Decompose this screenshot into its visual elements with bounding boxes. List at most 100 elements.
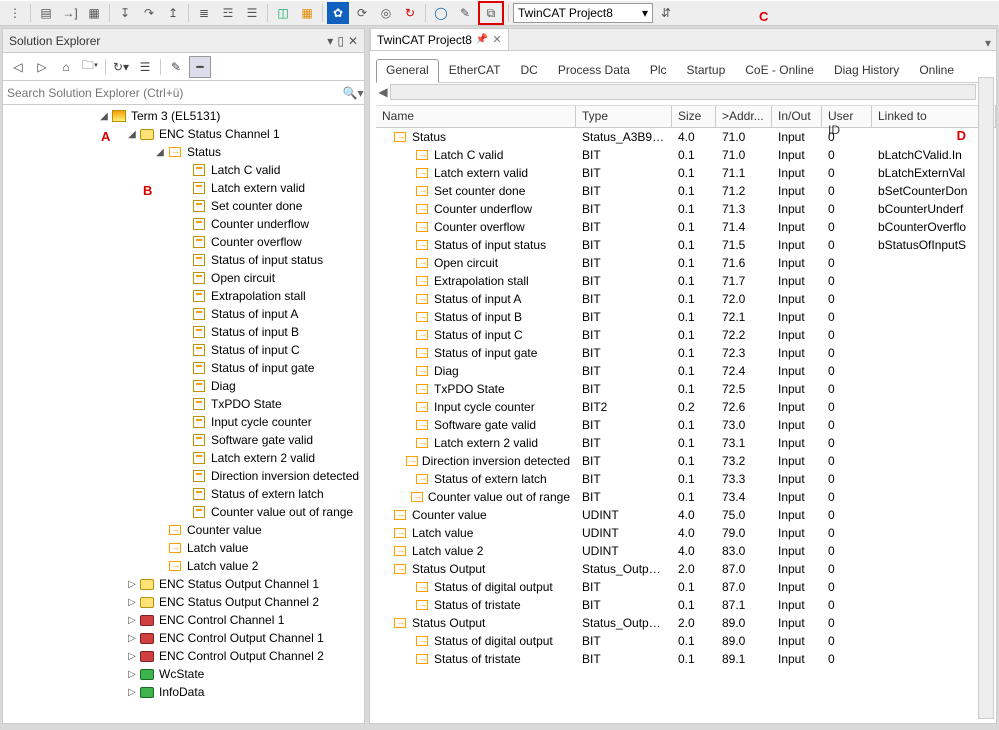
properties-icon[interactable]: ━ — [189, 56, 211, 78]
grid-row[interactable]: Counter valueUDINT4.075.0Input0 — [376, 506, 996, 524]
refresh-icon[interactable]: ↻▾ — [110, 56, 132, 78]
tree-item[interactable]: Status of input C — [3, 341, 364, 359]
wrench-icon[interactable]: ✎ — [165, 56, 187, 78]
tree-item-enc-ctrl-out1[interactable]: ▷ENC Control Output Channel 1 — [3, 629, 364, 647]
grid-row[interactable]: Status of input ABIT0.172.0Input0 — [376, 290, 996, 308]
expand-arrow-icon[interactable]: ▷ — [127, 615, 137, 626]
tree-item[interactable]: Software gate valid — [3, 431, 364, 449]
expand-arrow-icon[interactable]: ▷ — [127, 687, 137, 698]
tree-item[interactable]: Status of input A — [3, 305, 364, 323]
pin-icon[interactable]: 📌 — [476, 34, 488, 45]
tree-item[interactable]: Latch extern 2 valid — [3, 449, 364, 467]
tree-item[interactable]: Counter value out of range — [3, 503, 364, 521]
scroll-left-icon[interactable]: ◀ — [376, 85, 390, 99]
nav-back-icon[interactable]: ▤ — [35, 2, 57, 24]
stack2-icon[interactable]: ☲ — [217, 2, 239, 24]
close-icon[interactable]: ✕ — [492, 33, 501, 46]
step-out-icon[interactable]: ↥ — [162, 2, 184, 24]
grid-row[interactable]: Status of tristateBIT0.187.1Input0 — [376, 596, 996, 614]
tree-item-counter-value[interactable]: Counter value — [3, 521, 364, 539]
grid-row[interactable]: DiagBIT0.172.4Input0 — [376, 362, 996, 380]
grid-row[interactable]: Status of input CBIT0.172.2Input0 — [376, 326, 996, 344]
tab-process-data[interactable]: Process Data — [548, 59, 640, 82]
expand-arrow-icon[interactable]: ▷ — [127, 669, 137, 680]
tree-item[interactable]: Latch extern valid — [3, 179, 364, 197]
tree-item-wcstate[interactable]: ▷WcState — [3, 665, 364, 683]
scrollbar-track[interactable] — [390, 84, 976, 100]
split-icon[interactable]: ⇵ — [655, 2, 677, 24]
stack3-icon[interactable]: ☰ — [241, 2, 263, 24]
grid-row[interactable]: Open circuitBIT0.171.6Input0 — [376, 254, 996, 272]
pin-icon[interactable]: ▯ — [337, 34, 344, 48]
expand-arrow-icon[interactable]: ▷ — [127, 651, 137, 662]
expand-arrow-icon[interactable]: ▷ — [127, 579, 137, 590]
tree-item-latch-value2[interactable]: Latch value 2 — [3, 557, 364, 575]
grid-row[interactable]: Latch extern validBIT0.171.1Input0bLatch… — [376, 164, 996, 182]
nav-fwd-icon[interactable]: ▷ — [31, 56, 53, 78]
grid-row[interactable]: Status of digital outputBIT0.187.0Input0 — [376, 578, 996, 596]
grid-row[interactable]: Counter underflowBIT0.171.3Input0bCounte… — [376, 200, 996, 218]
tree-item-term[interactable]: ◢ Term 3 (EL5131) — [3, 107, 364, 125]
target-icon[interactable]: ◎ — [375, 2, 397, 24]
document-tab[interactable]: TwinCAT Project8 📌 ✕ — [370, 28, 509, 50]
tree-item-enc-status-ch1[interactable]: ◢ ENC Status Channel 1 — [3, 125, 364, 143]
search-icon[interactable]: 🔍▾ — [342, 86, 364, 100]
grid-row[interactable]: Status of extern latchBIT0.173.3Input0 — [376, 470, 996, 488]
grid-row[interactable]: Counter overflowBIT0.171.4Input0bCounter… — [376, 218, 996, 236]
tree-item-enc-out1[interactable]: ▷ENC Status Output Channel 1 — [3, 575, 364, 593]
tree-item-enc-ctrl1[interactable]: ▷ENC Control Channel 1 — [3, 611, 364, 629]
grid-row[interactable]: Input cycle counterBIT20.272.6Input0 — [376, 398, 996, 416]
tree-item[interactable]: Status of input status — [3, 251, 364, 269]
vertical-scrollbar[interactable] — [978, 77, 994, 719]
column-header[interactable]: Name — [376, 106, 576, 127]
grid-row[interactable]: Direction inversion detectedBIT0.173.2In… — [376, 452, 996, 470]
collapse-icon[interactable]: ☰ — [134, 56, 156, 78]
grid-row[interactable]: StatusStatus_A3B90...4.071.0Input0 — [376, 128, 996, 146]
gear-blue-icon[interactable]: ✿ — [327, 2, 349, 24]
column-header[interactable]: In/Out — [772, 106, 822, 127]
tree-item-latch-value[interactable]: Latch value — [3, 539, 364, 557]
grid-row[interactable]: Status of input BBIT0.172.1Input0 — [376, 308, 996, 326]
tree-item[interactable]: Status of input gate — [3, 359, 364, 377]
tree-item[interactable]: Set counter done — [3, 197, 364, 215]
grid-row[interactable]: Status of tristateBIT0.189.1Input0 — [376, 650, 996, 668]
tree-item-enc-ctrl-out2[interactable]: ▷ENC Control Output Channel 2 — [3, 647, 364, 665]
tree-item[interactable]: Open circuit — [3, 269, 364, 287]
grid-icon[interactable]: ▦ — [296, 2, 318, 24]
panel-menu-icon[interactable]: ▾ — [980, 36, 996, 50]
circle-icon[interactable]: ◯ — [430, 2, 452, 24]
grid-row[interactable]: Latch C validBIT0.171.0Input0bLatchCVali… — [376, 146, 996, 164]
tree-item-status[interactable]: ◢ Status — [3, 143, 364, 161]
column-header[interactable]: Size — [672, 106, 716, 127]
grid-row[interactable]: Software gate validBIT0.173.0Input0 — [376, 416, 996, 434]
step-into-icon[interactable]: ↧ — [114, 2, 136, 24]
grid-row[interactable]: TxPDO StateBIT0.172.5Input0 — [376, 380, 996, 398]
tab-online[interactable]: Online — [909, 59, 964, 82]
grid-row[interactable]: Set counter doneBIT0.171.2Input0bSetCoun… — [376, 182, 996, 200]
tree-item-enc-out2[interactable]: ▷ENC Status Output Channel 2 — [3, 593, 364, 611]
tab-general[interactable]: General — [376, 59, 439, 83]
chart-icon[interactable]: ◫ — [272, 2, 294, 24]
tab-startup[interactable]: Startup — [677, 59, 736, 82]
step-over-icon[interactable]: ↷ — [138, 2, 160, 24]
tree-item-infodata[interactable]: ▷InfoData — [3, 683, 364, 701]
tree-item[interactable]: Status of input B — [3, 323, 364, 341]
tree-item[interactable]: Direction inversion detected — [3, 467, 364, 485]
column-header[interactable]: User ID — [822, 106, 872, 127]
grid-row[interactable]: Status of input gateBIT0.172.3Input0 — [376, 344, 996, 362]
collapse-arrow-icon[interactable]: ◢ — [155, 147, 165, 158]
column-header[interactable]: >Addr... — [716, 106, 772, 127]
tab-plc[interactable]: Plc — [640, 59, 677, 82]
reload-icon[interactable]: ↻ — [399, 2, 421, 24]
nav-back-icon[interactable]: ◁ — [7, 56, 29, 78]
tab-ethercat[interactable]: EtherCAT — [439, 59, 511, 82]
solution-tree[interactable]: A B ◢ Term 3 (EL5131) ◢ ENC Status Chann… — [3, 105, 364, 723]
tree-item[interactable]: Counter underflow — [3, 215, 364, 233]
tab-diag-history[interactable]: Diag History — [824, 59, 909, 82]
column-header[interactable]: Type — [576, 106, 672, 127]
grid-row[interactable]: Extrapolation stallBIT0.171.7Input0 — [376, 272, 996, 290]
tree-item[interactable]: Extrapolation stall — [3, 287, 364, 305]
sync-icon[interactable]: 🗀▾ — [79, 56, 101, 78]
grid-row[interactable]: Status of digital outputBIT0.189.0Input0 — [376, 632, 996, 650]
grid-row[interactable]: Latch valueUDINT4.079.0Input0 — [376, 524, 996, 542]
